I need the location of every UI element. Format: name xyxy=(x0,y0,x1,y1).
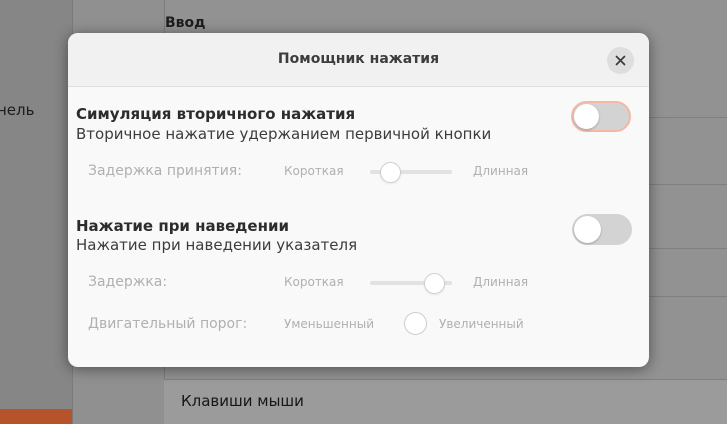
mouse-keys-label: Клавиши мыши xyxy=(181,392,304,410)
hover-delay-label: Задержка: xyxy=(88,274,168,290)
dialog-titlebar: Помощник нажатия xyxy=(68,33,649,87)
secondary-click-toggle[interactable] xyxy=(571,101,631,132)
section-title: Ввод xyxy=(165,15,206,31)
motion-threshold-control[interactable] xyxy=(404,312,427,335)
secondary-delay-slider-handle[interactable] xyxy=(380,162,401,183)
motion-threshold-max-label: Увеличенный xyxy=(439,317,524,331)
hover-delay-slider-handle[interactable] xyxy=(424,273,445,294)
click-assist-dialog: Помощник нажатия Симуляция вторичного на… xyxy=(68,33,649,367)
toggle-knob xyxy=(574,104,599,129)
hover-delay-max-label: Длинная xyxy=(473,275,529,289)
secondary-delay-max-label: Длинная xyxy=(473,164,529,178)
secondary-click-heading: Симуляция вторичного нажатия xyxy=(76,105,356,123)
motion-threshold-label: Двигательный порог: xyxy=(88,316,248,332)
sidebar-selected-item xyxy=(0,409,72,424)
toggle-knob xyxy=(574,216,601,243)
close-button[interactable] xyxy=(607,47,634,74)
row-divider xyxy=(647,296,727,297)
sidebar-item-label: нель xyxy=(0,101,35,119)
secondary-delay-min-label: Короткая xyxy=(284,164,344,178)
row-divider xyxy=(647,248,727,249)
hover-delay-min-label: Короткая xyxy=(284,275,344,289)
dialog-title: Помощник нажатия xyxy=(277,51,440,67)
settings-sidebar: нель xyxy=(0,0,72,424)
hover-click-toggle[interactable] xyxy=(572,214,632,245)
motion-threshold-min-label: Уменьшенный xyxy=(284,317,374,331)
secondary-delay-label: Задержка принятия: xyxy=(88,163,242,179)
row-divider xyxy=(647,184,727,185)
secondary-click-description: Вторичное нажатие удержанием первичной к… xyxy=(76,125,492,143)
close-icon xyxy=(615,55,626,66)
hover-click-description: Нажатие при наведении указателя xyxy=(76,236,358,254)
row-divider xyxy=(647,117,727,118)
hover-click-heading: Нажатие при наведении xyxy=(76,217,289,235)
